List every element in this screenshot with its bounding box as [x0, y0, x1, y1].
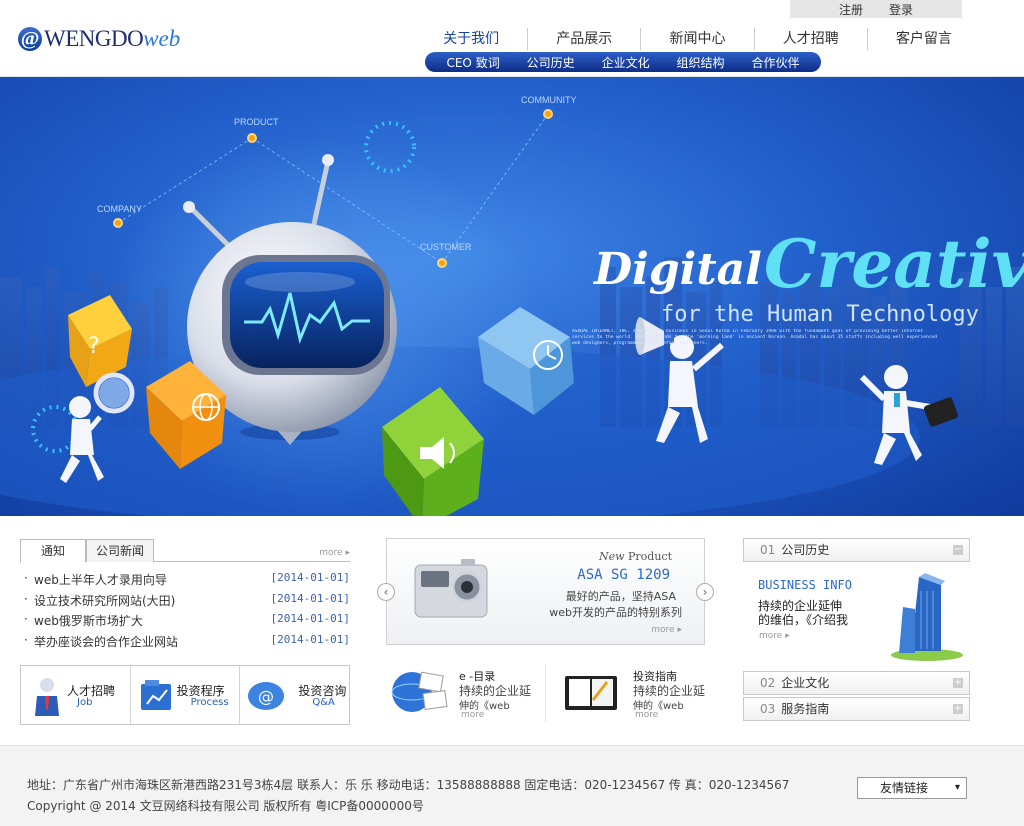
banner-artwork: PRODUCT COMMUNITY COMPANY CUSTOMER ? Dig… [0, 95, 1024, 516]
label-product: PRODUCT [234, 117, 279, 127]
chevron-left-icon: ‹ [383, 585, 389, 599]
quick-link-process[interactable]: 投资程序 Process [131, 666, 241, 724]
friend-links-select[interactable]: 友情链接 ▾ [857, 777, 967, 799]
nav-item-jobs[interactable]: 人才招聘 [755, 28, 868, 50]
quick-links: 人才招聘 Job 投资程序 Process @ 投资咨询 Q&A [20, 665, 350, 725]
email-at-icon: @ [248, 682, 285, 710]
business-info-panel: BUSINESS INFO 持续的企业延伸 的维伯，《介绍我 more ▸ [743, 563, 970, 663]
subnav-item-ceo[interactable]: CEO 致词 [446, 54, 499, 71]
product-more-link[interactable]: more ▸ [651, 625, 682, 635]
svg-text:?: ? [88, 334, 100, 359]
logo-name: WENGDO [44, 26, 144, 51]
list-item[interactable]: · web俄罗斯市场扩大 [2014-01-01] [24, 612, 350, 628]
banner-word-creative: Creative [764, 225, 1024, 303]
expand-icon: + [953, 677, 963, 688]
camera-image [414, 559, 488, 618]
product-prev-button[interactable]: ‹ [377, 583, 395, 601]
banner-word-digital: Digital [592, 244, 762, 295]
main-nav: 关于我们 产品展示 新闻中心 人才招聘 客户留言 [415, 28, 980, 50]
list-item[interactable]: · 设立技术研究所网站(大田) [2014-01-01] [24, 592, 350, 608]
accordion-corporate-culture[interactable]: 02 企业文化 + [743, 671, 970, 695]
nav-item-products[interactable]: 产品展示 [528, 28, 642, 50]
book-icon [565, 676, 617, 710]
login-link[interactable]: 登录 [889, 1, 913, 18]
accordion-service-guide[interactable]: 03 服务指南 + [743, 697, 970, 721]
footer: 地址：广东省广州市海珠区新港西路231号3栋4层 联系人：乐 乐 移动电话：13… [0, 745, 1024, 826]
nav-item-news[interactable]: 新闻中心 [641, 28, 755, 50]
product-next-button[interactable]: › [696, 583, 714, 601]
tab-notice[interactable]: 通知 [20, 539, 86, 563]
banner-tagline: for the Human Technology [661, 302, 979, 327]
site-logo[interactable]: @ WENGDO web [18, 24, 180, 54]
person-tie-icon [35, 678, 59, 716]
label-company: COMPANY [97, 204, 142, 214]
nav-item-messages[interactable]: 客户留言 [868, 28, 980, 50]
sub-nav: CEO 致词 公司历史 企业文化 组织结构 合作伙伴 [425, 52, 821, 72]
footer-contact: 地址：广东省广州市海珠区新港西路231号3栋4层 联系人：乐 乐 移动电话：13… [27, 778, 790, 792]
feature-catalog[interactable]: e -目录 持续的企业延 伸的《web more [390, 664, 550, 726]
subnav-item-structure[interactable]: 组织结构 [677, 54, 725, 71]
product-model: ASA SG 1209 [577, 567, 670, 583]
chevron-right-icon: › [702, 585, 708, 599]
hero-banner: PRODUCT COMMUNITY COMPANY CUSTOMER ? Dig… [0, 77, 1024, 516]
quick-link-jobs[interactable]: 人才招聘 Job [21, 666, 131, 724]
product-desc-line2: web开发的产品的特别系列 [549, 606, 682, 619]
folder-chart-icon [140, 680, 171, 710]
subnav-item-culture[interactable]: 企业文化 [602, 54, 650, 71]
label-community: COMMUNITY [521, 95, 577, 105]
new-product-panel: New Product ASA SG 1209 最好的产品，坚持ASA web开… [386, 538, 705, 645]
svg-text:@: @ [258, 687, 274, 706]
register-link[interactable]: 注册 [839, 1, 863, 18]
top-utility-bar: 注册 登录 [790, 0, 962, 18]
expand-icon: + [953, 703, 963, 714]
nav-item-about[interactable]: 关于我们 [415, 28, 529, 50]
new-product-label: New Product [598, 550, 672, 563]
banner-blurb: ASADAL INTERNET, INC. started its busine… [572, 329, 938, 346]
list-item[interactable]: · web上半年人才录用向导 [2014-01-01] [24, 571, 350, 587]
globe-photos-icon [391, 671, 448, 712]
quick-link-qa[interactable]: @ 投资咨询 Q&A [240, 666, 349, 724]
tab-company-news[interactable]: 公司新闻 [86, 539, 154, 562]
news-tabs: 通知 公司新闻 more ▸ [20, 539, 350, 563]
footer-copyright: Copyright @ 2014 文豆网络科技有限公司 版权所有 粤ICP备00… [27, 799, 424, 813]
skyscraper-image [891, 573, 963, 661]
label-customer: CUSTOMER [420, 242, 472, 252]
feature-investment-guide[interactable]: 投资指南 持续的企业延 伸的《web more [563, 664, 723, 726]
list-item[interactable]: · 举办座谈会的合作企业网站 [2014-01-01] [24, 633, 350, 649]
subnav-item-partners[interactable]: 合作伙伴 [752, 54, 800, 71]
chevron-down-icon: ▾ [954, 782, 960, 793]
collapse-icon: − [953, 544, 963, 555]
product-desc-line1: 最好的产品，坚持ASA [565, 590, 676, 603]
logo-suffix: web [143, 26, 181, 51]
subnav-item-history[interactable]: 公司历史 [527, 54, 575, 71]
feature-divider [545, 664, 546, 722]
logo-at-icon: @ [18, 27, 42, 51]
news-more-link[interactable]: more ▸ [319, 548, 350, 558]
business-more-link[interactable]: more ▸ [759, 631, 790, 641]
accordion-company-history[interactable]: 01 公司历史 − [743, 538, 970, 562]
